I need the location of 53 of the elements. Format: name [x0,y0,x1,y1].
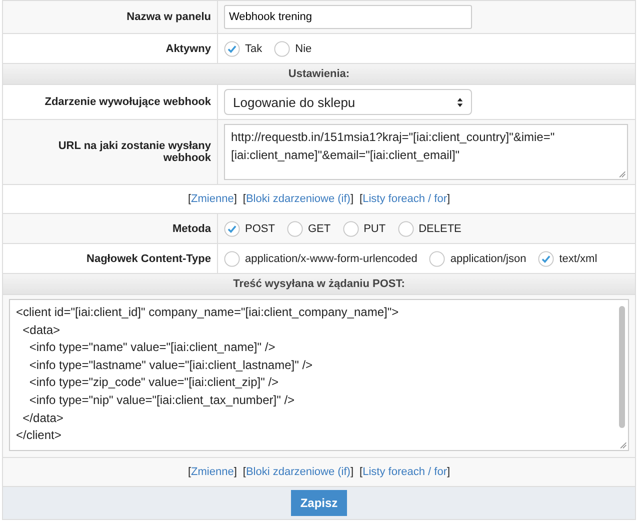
radio-option[interactable]: PUT [342,220,386,236]
bracket: [ [360,193,363,205]
radio-icon[interactable] [224,220,240,236]
body-textarea[interactable]: <client id="[iai:client_id]" company_name="[iai:client_company_name]"> <data> <info type="name" value="[iai:client_name]" /> <info type="lastname" value="[iai:client_lastname]" /> <info type="zip_code" value="[iai:client_zip]" /> <info type="nip" value="[iai:client_tax_number]" /> </data> </client> [9,299,629,451]
radio-option[interactable]: GET [286,220,331,236]
radio-option[interactable]: Tak [224,40,262,56]
bracket: [ [188,193,192,205]
radio-option[interactable]: Nie [274,40,312,56]
event-select[interactable]: Logowanie do sklepu [224,89,472,115]
help-link[interactable]: Bloki zdarzeniowe (if) [246,193,350,205]
bracket: ] [446,193,450,205]
field-label: Zdarzenie wywołujące webhook [44,96,211,108]
help-link[interactable]: Listy foreach / for [362,466,447,478]
bracket: [ [360,466,363,478]
name-input[interactable]: Webhook trening [224,5,472,29]
field-label: Metoda [172,222,211,234]
field-label: Nagłowek Content-Type [86,252,211,264]
help-link[interactable]: Listy foreach / for [362,193,447,205]
radio-icon[interactable] [429,250,446,266]
section-header: Ustawienia: [3,64,635,85]
resize-grip-icon[interactable] [619,441,627,449]
radio-option[interactable]: application/json [429,250,526,266]
radio-icon[interactable] [224,40,240,56]
bracket: ] [234,193,237,205]
radio-icon[interactable] [274,40,290,56]
help-link[interactable]: Zmienne [191,466,234,478]
bracket: ] [350,193,354,205]
radio-icon[interactable] [538,250,554,266]
radio-option[interactable]: application/x-www-form-urlencoded [224,250,418,266]
bracket: ] [446,466,450,478]
save-button[interactable]: Zapisz [291,490,347,516]
bracket: ] [234,466,237,478]
resize-grip-icon[interactable] [618,170,626,178]
section-header: Treść wysyłana w żądaniu POST: [3,274,635,295]
field-label: Aktywny [166,42,211,54]
radio-option[interactable]: text/xml [538,250,598,266]
bracket: ] [350,466,354,478]
radio-icon[interactable] [224,250,240,266]
field-label: Nazwa w panelu [126,11,211,23]
updown-caret-icon [457,96,463,108]
radio-icon[interactable] [286,220,303,236]
bracket: [ [188,466,192,478]
radio-icon[interactable] [398,220,414,236]
url-textarea[interactable]: http://requestb.in/151msia1?kraj="[iai:client_country]"&imie="[iai:client_name]"&email="[iai:client_email]" [224,124,628,180]
radio-icon[interactable] [342,220,359,236]
scrollbar[interactable] [619,306,625,428]
bracket: [ [242,193,246,205]
radio-option[interactable]: DELETE [398,220,462,236]
radio-option[interactable]: POST [224,220,275,236]
help-link[interactable]: Bloki zdarzeniowe (if) [246,466,350,478]
help-link[interactable]: Zmienne [191,193,234,205]
field-label: URL na jaki zostanie wysłany webhook [57,140,211,164]
bracket: [ [242,466,246,478]
